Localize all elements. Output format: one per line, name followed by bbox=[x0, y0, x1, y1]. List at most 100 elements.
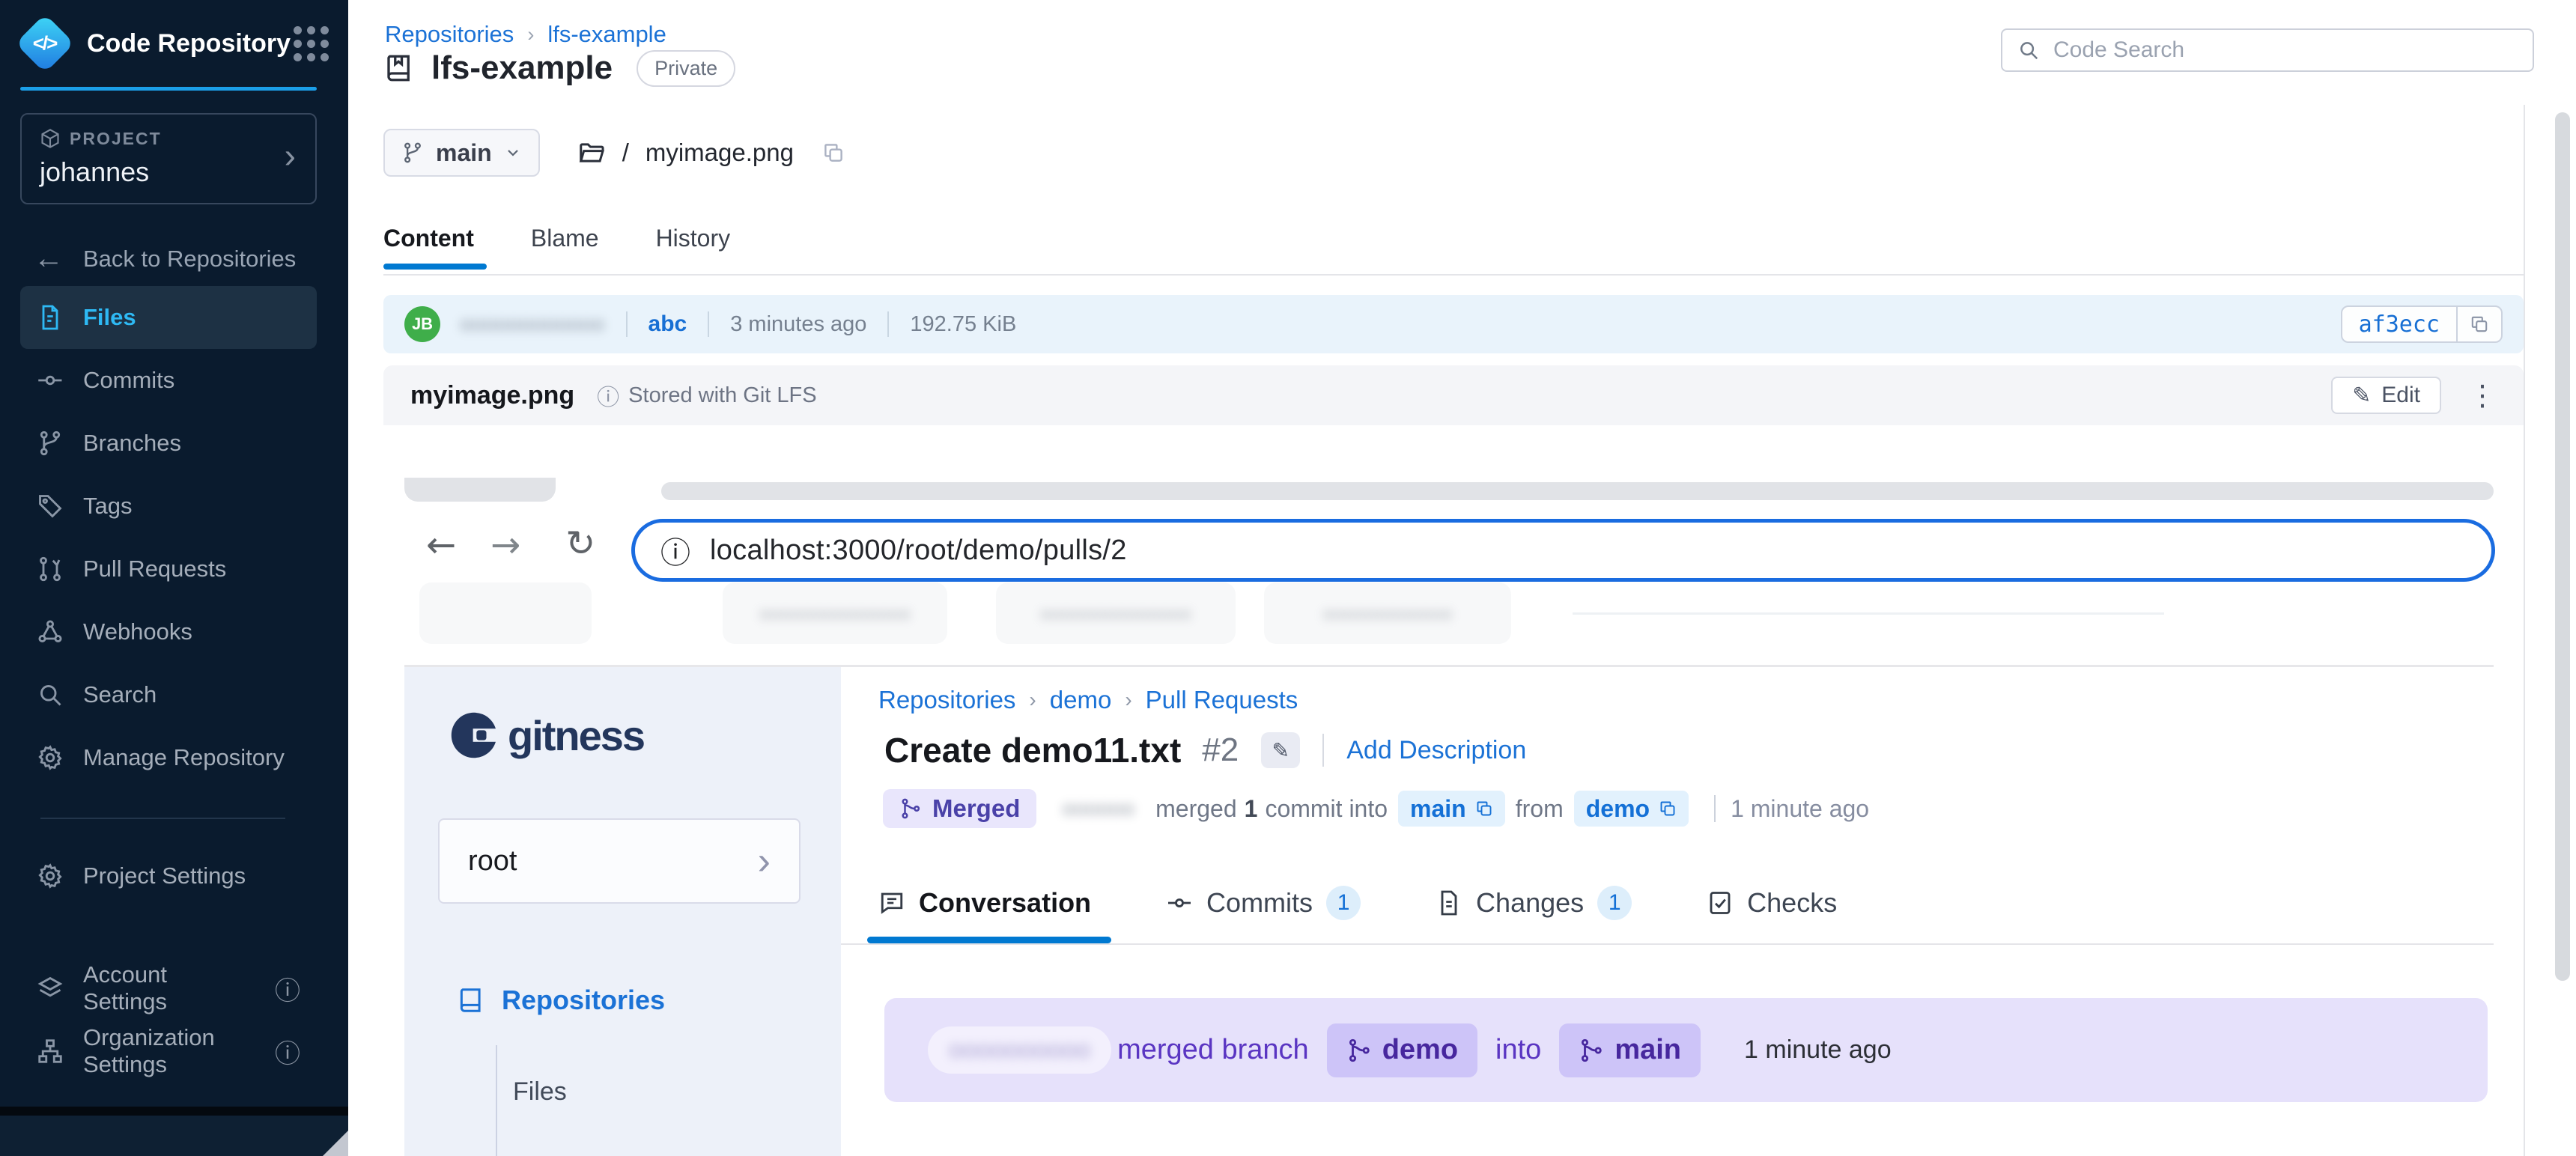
pr-title: Create demo11.txt bbox=[884, 730, 1181, 770]
commit-author-redacted: oooooooooooo bbox=[460, 312, 605, 337]
tree-guide-line bbox=[496, 1045, 497, 1156]
merge-summary: merged 1 commit into bbox=[1155, 795, 1388, 823]
info-icon: ⓘ bbox=[597, 379, 619, 412]
branch-icon bbox=[401, 142, 424, 164]
sidebar-item-label: Pull Requests bbox=[83, 556, 226, 582]
file-size: 192.75 KiB bbox=[910, 312, 1016, 337]
commit-message-link[interactable]: abc bbox=[648, 311, 687, 337]
chevron-right-icon: › bbox=[1029, 688, 1036, 712]
sidebar-item-files[interactable]: Files bbox=[20, 286, 317, 349]
pr-author-redacted: oooooo bbox=[1062, 797, 1134, 821]
sidebar-item-label: Manage Repository bbox=[83, 744, 285, 771]
branch-selector-button[interactable]: main bbox=[383, 129, 540, 177]
sidebar-item-account-settings[interactable]: Account Settings ⓘ bbox=[20, 957, 317, 1020]
divider bbox=[626, 311, 628, 337]
merge-icon bbox=[1579, 1038, 1604, 1063]
sidebar-item-label: Search bbox=[83, 681, 157, 708]
edit-button[interactable]: ✎ Edit bbox=[2331, 377, 2441, 414]
sidebar-item-label: Commits bbox=[83, 367, 174, 394]
avatar: JB bbox=[404, 306, 440, 342]
gitness-breadcrumb: Repositories › demo › Pull Requests bbox=[878, 686, 1298, 714]
project-name: johannes bbox=[40, 156, 297, 188]
copy-icon bbox=[2470, 314, 2489, 334]
visibility-badge: Private bbox=[637, 50, 735, 87]
copy-icon[interactable] bbox=[822, 142, 845, 164]
commit-sha-badge: af3ecc bbox=[2341, 305, 2503, 343]
bookmark-pill: oooooooooooooo bbox=[996, 582, 1236, 644]
content-right-border bbox=[2524, 105, 2525, 1156]
webhook-icon bbox=[37, 618, 64, 645]
lfs-note-text: Stored with Git LFS bbox=[628, 383, 816, 408]
pr-time: 1 minute ago bbox=[1731, 795, 1869, 823]
sidebar-item-label: Branches bbox=[83, 430, 181, 457]
gitness-nav-repositories: Repositories bbox=[457, 985, 665, 1016]
tab-count-badge: 1 bbox=[1326, 886, 1361, 920]
folder-icon[interactable] bbox=[577, 139, 606, 167]
vertical-scrollbar[interactable] bbox=[2555, 112, 2570, 981]
commits-icon bbox=[37, 367, 64, 394]
target-branch-chip: main bbox=[1398, 791, 1505, 827]
merge-icon bbox=[899, 797, 922, 820]
file-icon bbox=[37, 304, 64, 331]
add-description-link: Add Description bbox=[1346, 736, 1526, 765]
activity-action: merged branch bbox=[1117, 1034, 1309, 1066]
gitness-scope-selector: root › bbox=[438, 818, 801, 904]
chevron-right-icon: › bbox=[527, 23, 534, 46]
cube-icon bbox=[40, 128, 61, 149]
gitness-screenshot: gitness root › Repositories Files Reposi… bbox=[404, 667, 2494, 1156]
gitness-sidebar: gitness root › Repositories Files bbox=[404, 667, 841, 1156]
bookmark-pill: oooooooooooooo bbox=[723, 582, 947, 644]
arrow-left-icon: ← bbox=[34, 242, 64, 276]
sidebar-item-project-settings[interactable]: Project Settings bbox=[20, 845, 317, 907]
sidebar-item-commits[interactable]: Commits bbox=[20, 349, 317, 412]
file-name: myimage.png bbox=[645, 139, 794, 167]
divider bbox=[887, 311, 889, 337]
tabs-border bbox=[841, 943, 2494, 945]
sidebar: </> Code Repository PROJECT johannes › ←… bbox=[0, 0, 348, 1156]
tab-content[interactable]: Content bbox=[383, 225, 474, 252]
sidebar-footer bbox=[0, 1116, 348, 1156]
sidebar-item-tags[interactable]: Tags bbox=[20, 475, 317, 538]
tab-checks: Checks bbox=[1707, 887, 1837, 919]
project-label: PROJECT bbox=[70, 129, 162, 149]
tab-count-badge: 1 bbox=[1597, 886, 1632, 920]
divider bbox=[1322, 734, 1324, 767]
commit-sha[interactable]: af3ecc bbox=[2342, 311, 2456, 338]
tab-changes: Changes 1 bbox=[1436, 886, 1632, 920]
org-chart-gear-icon bbox=[37, 1038, 64, 1065]
more-options-kebab-icon[interactable]: ⋮ bbox=[2468, 379, 2497, 412]
sidebar-item-branches[interactable]: Branches bbox=[20, 412, 317, 475]
back-to-repositories[interactable]: ← Back to Repositories bbox=[34, 242, 348, 276]
path-separator: / bbox=[622, 139, 629, 167]
code-search-box[interactable] bbox=[2001, 28, 2534, 72]
code-search-input[interactable] bbox=[2052, 37, 2518, 64]
bookmark-pill: oooooooooooo bbox=[1264, 582, 1511, 644]
tab-history[interactable]: History bbox=[656, 225, 731, 252]
project-selector[interactable]: PROJECT johannes › bbox=[20, 113, 317, 204]
gear-icon bbox=[37, 744, 64, 771]
info-icon: ⓘ bbox=[275, 970, 300, 1007]
branch-name: main bbox=[436, 139, 492, 167]
info-icon: ⓘ bbox=[275, 1033, 300, 1070]
copy-sha-button[interactable] bbox=[2456, 307, 2501, 341]
merge-commit-count: 1 bbox=[1245, 795, 1258, 823]
sidebar-item-webhooks[interactable]: Webhooks bbox=[20, 600, 317, 663]
merge-summary-pre: merged bbox=[1155, 795, 1237, 823]
image-browser-tabstrip-shape bbox=[661, 482, 2494, 500]
branch-icon bbox=[37, 430, 64, 457]
app-switcher-grid-icon[interactable] bbox=[294, 26, 329, 61]
breadcrumb-current-repo[interactable]: lfs-example bbox=[547, 21, 666, 48]
lfs-note: ⓘ Stored with Git LFS bbox=[597, 379, 816, 412]
tab-conversation: Conversation bbox=[878, 887, 1091, 919]
breadcrumb-repositories[interactable]: Repositories bbox=[385, 21, 514, 48]
sidebar-divider bbox=[40, 818, 285, 819]
corner-wedge bbox=[323, 1131, 348, 1156]
activity-source-branch-chip: demo bbox=[1327, 1023, 1477, 1077]
sidebar-item-organization-settings[interactable]: Organization Settings ⓘ bbox=[20, 1020, 317, 1083]
search-icon bbox=[37, 681, 64, 708]
tab-blame[interactable]: Blame bbox=[531, 225, 599, 252]
active-tab-underline bbox=[867, 937, 1111, 943]
sidebar-item-search[interactable]: Search bbox=[20, 663, 317, 726]
sidebar-item-pull-requests[interactable]: Pull Requests bbox=[20, 538, 317, 600]
sidebar-item-manage-repository[interactable]: Manage Repository bbox=[20, 726, 317, 789]
